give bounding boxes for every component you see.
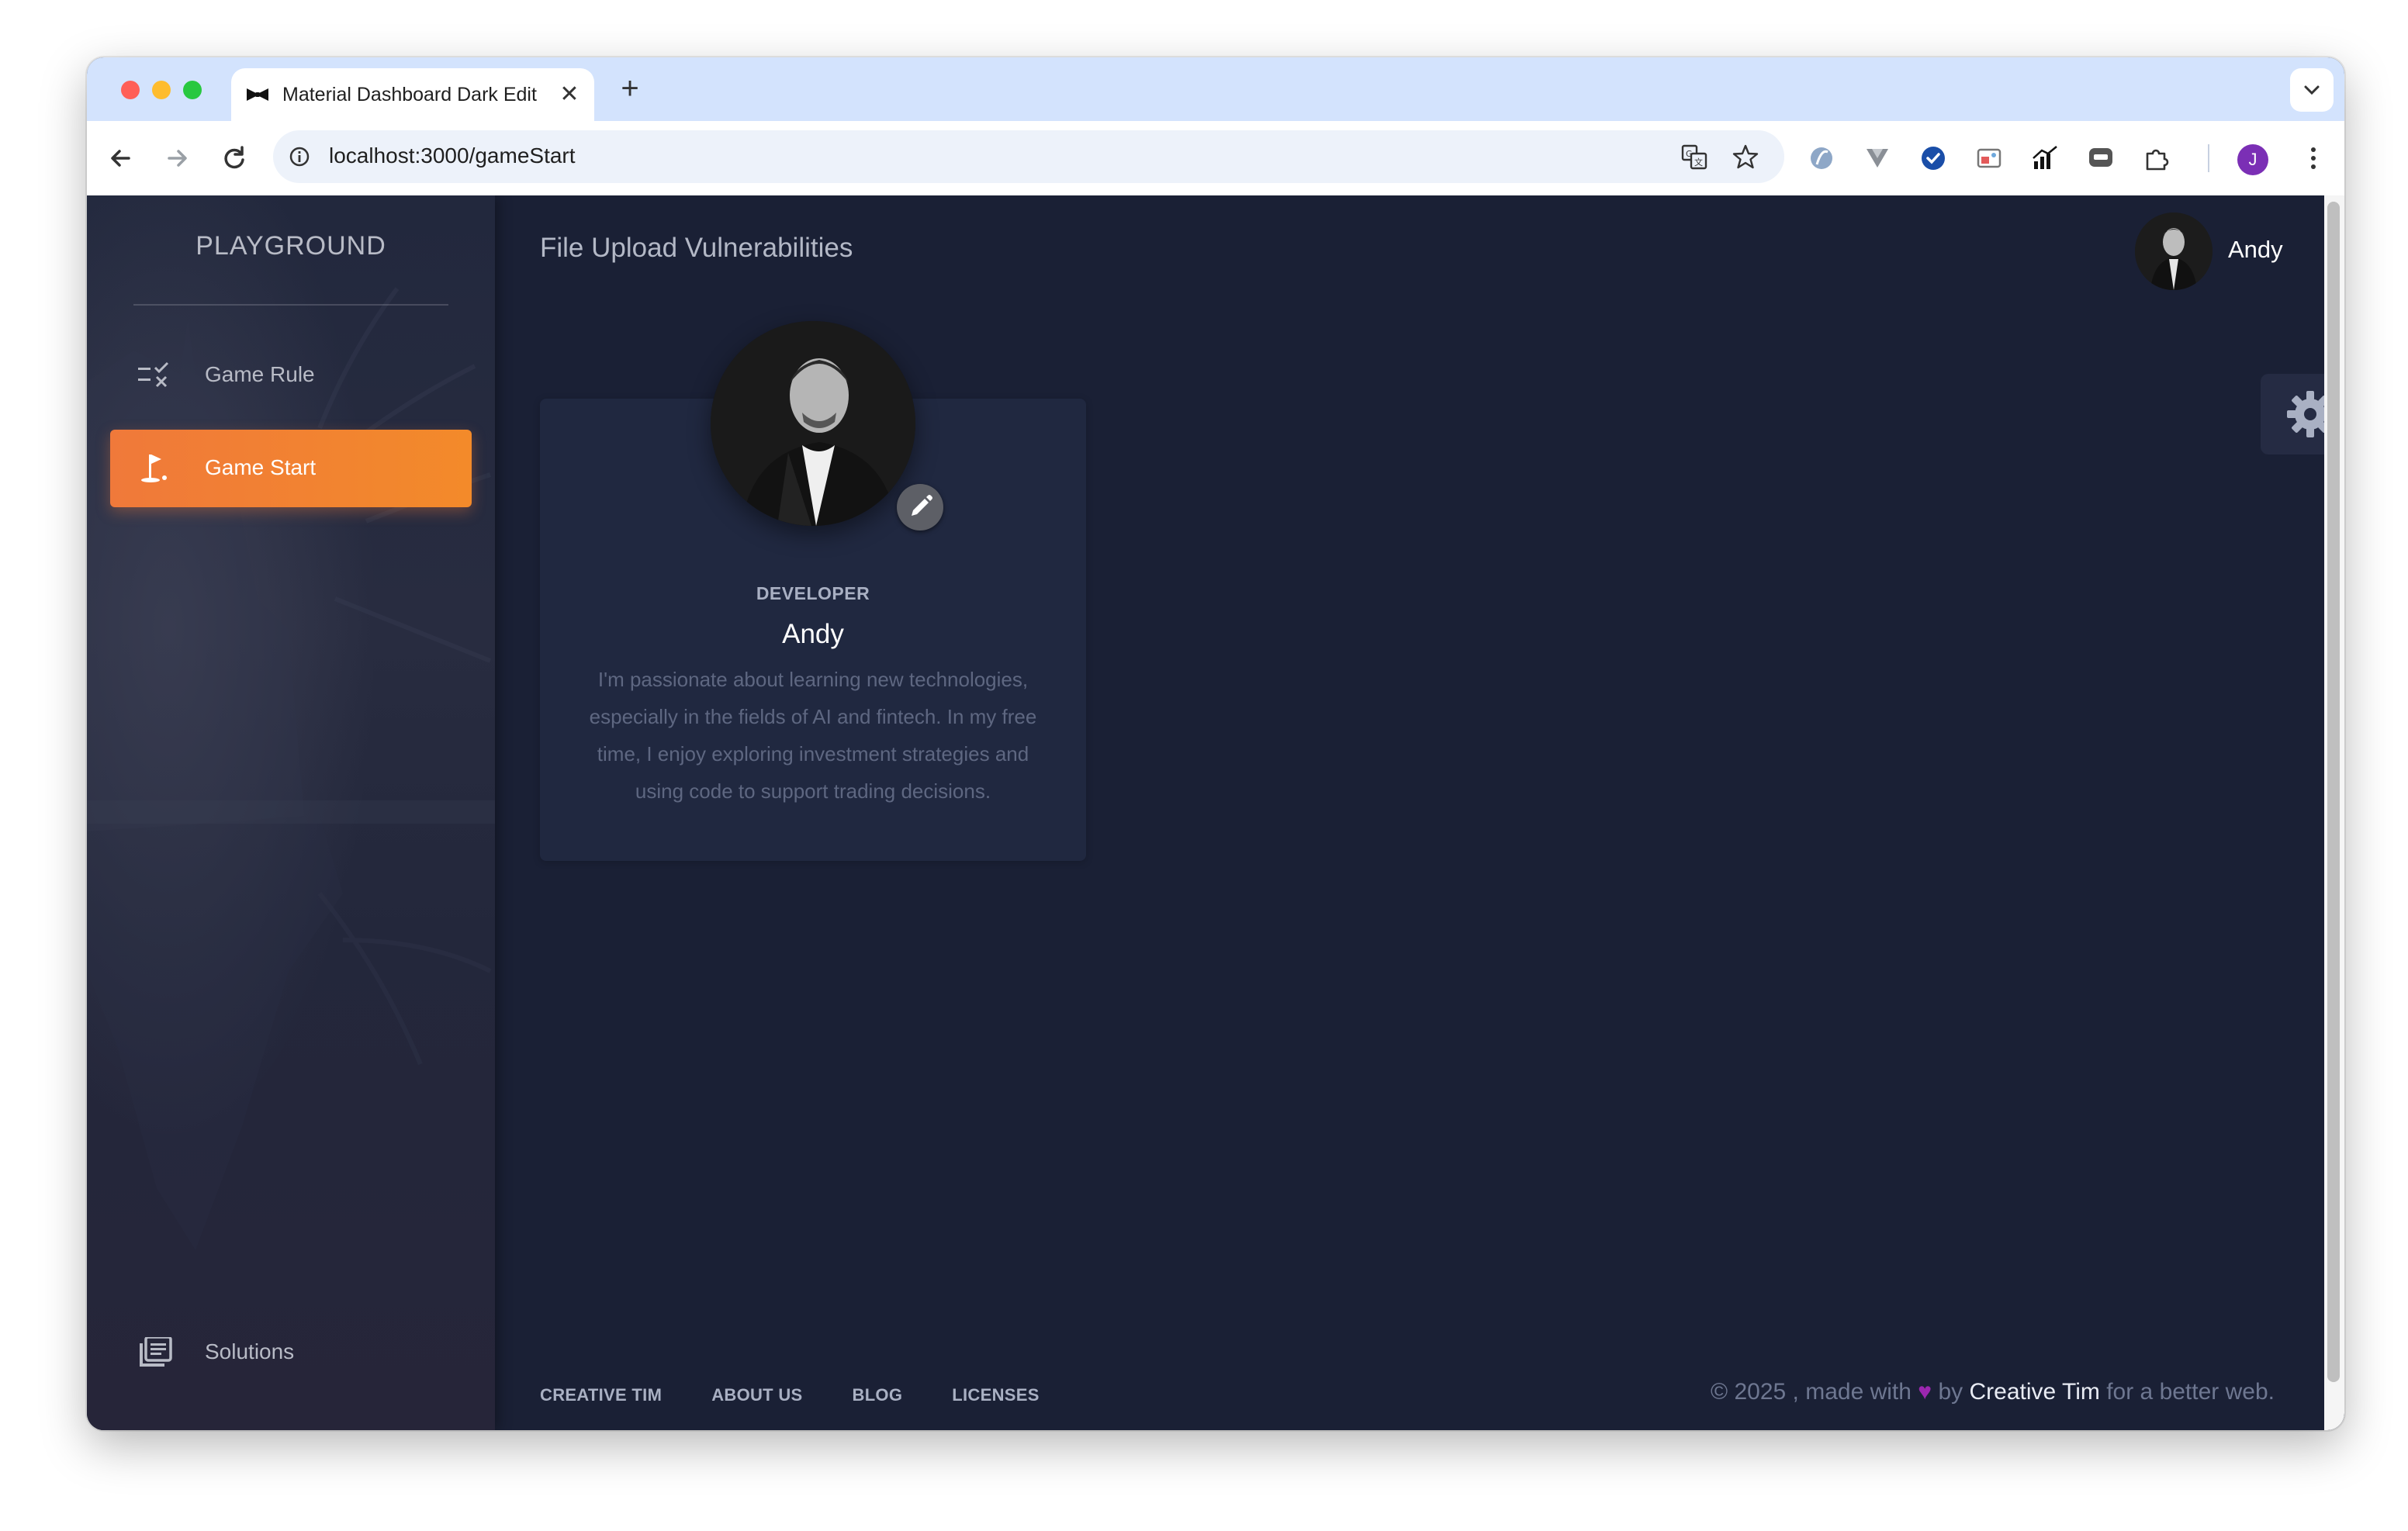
profile-avatar-large [711, 321, 915, 526]
sidebar-item-game-start[interactable]: Game Start [110, 430, 472, 507]
sidebar-divider [133, 304, 448, 306]
tab-title: Material Dashboard Dark Edit [282, 84, 537, 105]
copyright-by: by [1938, 1379, 1963, 1405]
reload-icon[interactable] [216, 140, 253, 177]
library-books-icon [140, 1337, 172, 1367]
extension-chart-icon[interactable] [2029, 143, 2060, 174]
profile-bio: I'm passionate about learning new techno… [589, 668, 1037, 803]
sidebar-item-label: Game Rule [205, 362, 315, 386]
sidebar: PLAYGROUND Game Rule Game Start Solution… [87, 195, 495, 1430]
window-controls [121, 81, 202, 99]
creative-tim-link[interactable]: Creative Tim [1969, 1379, 2099, 1405]
copyright-prefix: © 2025 , made with [1711, 1379, 1912, 1405]
footer-link-about-us[interactable]: ABOUT US [711, 1385, 802, 1405]
translate-icon[interactable]: G 文 [1680, 143, 1708, 171]
toolbar-divider [2208, 144, 2209, 172]
browser-tab[interactable]: Material Dashboard Dark Edit ✕ [231, 68, 594, 121]
copyright-text: © 2025 , made with ♥ by Creative Tim for… [1711, 1379, 2275, 1405]
site-info-icon[interactable] [287, 144, 312, 169]
svg-text:G: G [1686, 149, 1693, 159]
new-tab-icon[interactable]: + [613, 73, 647, 107]
app-page: PLAYGROUND Game Rule Game Start Solution… [87, 195, 2344, 1430]
close-window-button[interactable] [121, 81, 140, 99]
extension-globe-icon[interactable] [1806, 143, 1837, 174]
sidebar-item-label: Game Start [205, 455, 317, 479]
user-name[interactable]: Andy [2228, 236, 2283, 264]
sidebar-item-game-rule[interactable]: Game Rule [110, 337, 472, 414]
footer-nav: CREATIVE TIM ABOUT US BLOG LICENSES [540, 1385, 1040, 1405]
chevron-down-icon [2304, 85, 2320, 95]
sidebar-item-solutions[interactable]: Solutions [110, 1314, 472, 1391]
tab-search-button[interactable] [2290, 68, 2334, 112]
avatar[interactable] [2135, 213, 2213, 290]
user-portrait-image [2135, 213, 2213, 290]
extension-chat-icon[interactable] [2085, 143, 2116, 174]
golf-flag-icon [141, 454, 167, 482]
profile-role: DEVELOPER [756, 583, 870, 603]
extension-image-icon[interactable] [1974, 143, 2005, 174]
main-panel: File Upload Vulnerabilities Andy DEVELOP… [495, 195, 2344, 1430]
address-bar[interactable]: localhost:3000/gameStart G 文 [273, 130, 1784, 183]
checklist-icon [138, 361, 169, 388]
minimize-window-button[interactable] [152, 81, 171, 99]
tab-bar: Material Dashboard Dark Edit ✕ + [87, 57, 2344, 121]
browser-window: Material Dashboard Dark Edit ✕ + localho… [87, 57, 2344, 1430]
edit-avatar-button[interactable] [897, 484, 943, 530]
sidebar-brand[interactable]: PLAYGROUND [87, 231, 495, 261]
back-arrow-icon[interactable] [102, 140, 140, 177]
maximize-window-button[interactable] [183, 81, 202, 99]
footer-link-creative-tim[interactable]: CREATIVE TIM [540, 1385, 662, 1405]
footer-link-licenses[interactable]: LICENSES [952, 1385, 1039, 1405]
profile-name: Andy [782, 619, 844, 649]
footer-link-blog[interactable]: BLOG [853, 1385, 903, 1405]
user-menu[interactable]: Andy [2135, 209, 2306, 290]
profile-avatar[interactable]: J [2237, 144, 2268, 175]
bookmark-star-icon[interactable] [1732, 143, 1759, 171]
pencil-icon [912, 495, 932, 516]
extensions-puzzle-icon[interactable] [2141, 143, 2172, 174]
scrollbar-thumb[interactable] [2327, 202, 2340, 1382]
browser-toolbar: localhost:3000/gameStart G 文 J [87, 121, 2344, 195]
developer-portrait-image [711, 321, 915, 526]
extension-vue-icon[interactable] [1862, 143, 1893, 174]
more-menu-icon[interactable] [2298, 143, 2329, 174]
svg-text:文: 文 [1694, 157, 1703, 168]
sidebar-item-label: Solutions [205, 1339, 295, 1363]
copyright-suffix: for a better web. [2106, 1379, 2275, 1405]
url-text: localhost:3000/gameStart [329, 143, 576, 168]
extension-check-icon[interactable] [1918, 143, 1949, 174]
page-title: File Upload Vulnerabilities [540, 233, 853, 263]
heart-icon: ♥ [1918, 1379, 1932, 1405]
bowtie-icon [247, 88, 268, 101]
forward-arrow-icon[interactable] [158, 140, 195, 177]
close-tab-icon[interactable]: ✕ [555, 81, 583, 109]
